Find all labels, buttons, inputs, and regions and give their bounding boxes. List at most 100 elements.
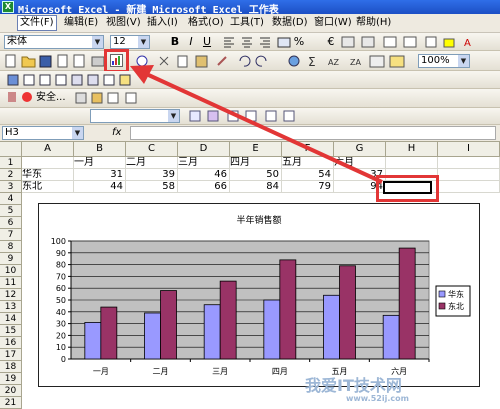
row-header-18[interactable]: 18 [0, 361, 22, 373]
cell-i3[interactable] [438, 181, 500, 193]
font-size-combo[interactable]: 12 ▼ [110, 35, 150, 49]
font-size-value: 12 [113, 36, 126, 47]
font-name-combo[interactable]: 宋体 ▼ [4, 35, 104, 49]
row-header-10[interactable]: 10 [0, 265, 22, 277]
legend-swatch [438, 290, 446, 298]
bar-华东-二月 [144, 312, 161, 360]
menu-file[interactable]: 文件(F) [17, 15, 57, 31]
column-chart: 半年销售额0102030405060708090100一月 二月 三月 四月 五月 六月华… [51, 214, 471, 376]
cell-b3[interactable]: 44 [74, 181, 126, 193]
select-all-corner[interactable] [0, 142, 22, 157]
cell-i1[interactable] [438, 157, 500, 169]
y-tick-label: 100 [51, 237, 66, 246]
formatting-toolbar: 宋体 ▼ 12 ▼ B I U % € A [0, 33, 500, 51]
y-tick-label: 80 [56, 261, 66, 270]
row-header-12[interactable]: 12 [0, 289, 22, 301]
menu-insert[interactable]: 插入(I) [145, 16, 180, 30]
y-tick-label: 20 [56, 331, 66, 340]
bar-华东-四月 [263, 299, 281, 360]
menu-tools[interactable]: 工具(T) [228, 16, 266, 30]
align-buttons[interactable] [222, 36, 294, 48]
y-tick-label: 30 [56, 320, 66, 329]
zoom-value: 100% [421, 55, 450, 66]
row-header-3[interactable]: 3 [0, 181, 22, 193]
row-header-2[interactable]: 2 [0, 169, 22, 181]
x-tick-label: 四月 [272, 367, 288, 376]
cell-b2[interactable]: 31 [74, 169, 126, 181]
menu-view[interactable]: 视图(V) [104, 16, 143, 30]
row-header-6[interactable]: 6 [0, 217, 22, 229]
legend-label: 东北 [448, 301, 464, 311]
chevron-down-icon[interactable]: ▼ [138, 36, 149, 48]
row-header-17[interactable]: 17 [0, 349, 22, 361]
euro-button[interactable]: € [324, 35, 338, 49]
watermark-url: www.52ij.com [346, 394, 409, 403]
bar-东北-三月 [219, 280, 237, 360]
row-header-21[interactable]: 21 [0, 397, 22, 409]
cell-a1[interactable] [22, 157, 74, 169]
title-bar: X Microsoft Excel - 新建 Microsoft Excel 工… [0, 0, 500, 16]
cell-i2[interactable] [438, 169, 500, 181]
row-header-1[interactable]: 1 [0, 157, 22, 169]
chevron-down-icon[interactable]: ▼ [72, 127, 83, 139]
chart-title: 半年销售额 [236, 214, 281, 226]
name-box[interactable]: H3 ▼ [2, 126, 84, 140]
row-header-4[interactable]: 4 [0, 193, 22, 205]
column-header-a[interactable]: A [22, 142, 74, 157]
bar-东北-四月 [279, 259, 297, 360]
record-icon[interactable] [8, 92, 16, 102]
row-header-19[interactable]: 19 [0, 373, 22, 385]
column-header-i[interactable]: I [438, 142, 500, 157]
selected-cell-h3[interactable] [383, 181, 432, 194]
row-header-7[interactable]: 7 [0, 229, 22, 241]
column-header-h[interactable]: H [386, 142, 438, 157]
menu-edit[interactable]: 编辑(E) [62, 16, 100, 30]
menu-window[interactable]: 窗口(W) [312, 16, 354, 30]
row-header-9[interactable]: 9 [0, 253, 22, 265]
x-tick-label: 三月 [212, 367, 228, 376]
y-tick-label: 50 [56, 296, 66, 305]
menu-help[interactable]: 帮助(H) [354, 16, 393, 30]
row-header-14[interactable]: 14 [0, 313, 22, 325]
menu-data[interactable]: 数据(D) [270, 16, 310, 30]
chart-area[interactable]: 半年销售额 0 10 20 30 40 50 60 70 80 90 100 一月 二月 三月 四月 五月 六月华… [38, 203, 480, 387]
bold-button[interactable]: B [168, 35, 182, 49]
font-name-value: 宋体 [7, 36, 27, 47]
legend-swatch [438, 302, 446, 310]
bar-华东-六月 [382, 314, 400, 360]
cell-a3[interactable]: 东北 [22, 181, 74, 193]
x-tick-label: 二月 [153, 367, 169, 376]
name-box-value: H3 [5, 127, 19, 138]
row-header-11[interactable]: 11 [0, 277, 22, 289]
row-header-13[interactable]: 13 [0, 301, 22, 313]
bar-东北-六月 [398, 247, 416, 360]
row-header-16[interactable]: 16 [0, 337, 22, 349]
excel-app-icon: X [2, 1, 14, 13]
chevron-down-icon[interactable]: ▼ [458, 55, 469, 67]
percent-button[interactable]: % [292, 35, 306, 49]
y-tick-label: 70 [56, 272, 66, 281]
menu-bar: 文件(F) 编辑(E) 视图(V) 插入(I) 格式(O) 工具(T) 数据(D… [0, 14, 500, 33]
cell-a2[interactable]: 华东 [22, 169, 74, 181]
y-tick-label: 90 [56, 249, 66, 258]
legend-label: 华东 [448, 289, 464, 299]
security-button[interactable]: 安全... [36, 91, 66, 105]
italic-button[interactable]: I [184, 35, 198, 49]
bar-东北-一月 [100, 306, 118, 360]
zoom-combo[interactable]: 100% ▼ [418, 54, 470, 68]
x-tick-label: 一月 [93, 367, 109, 376]
underline-button[interactable]: U [200, 35, 214, 49]
row-header-15[interactable]: 15 [0, 325, 22, 337]
chevron-down-icon[interactable]: ▼ [92, 36, 103, 48]
cell-h1[interactable] [386, 157, 438, 169]
y-tick-label: 0 [61, 355, 66, 364]
cell-b1[interactable]: 一月 [74, 157, 126, 169]
security-icon [22, 92, 32, 102]
column-header-b[interactable]: B [74, 142, 126, 157]
row-header-8[interactable]: 8 [0, 241, 22, 253]
row-header-20[interactable]: 20 [0, 385, 22, 397]
row-header-5[interactable]: 5 [0, 205, 22, 217]
menu-format[interactable]: 格式(O) [186, 16, 226, 30]
format-misc-icons[interactable]: A [340, 36, 500, 48]
red-arrow [130, 65, 383, 184]
